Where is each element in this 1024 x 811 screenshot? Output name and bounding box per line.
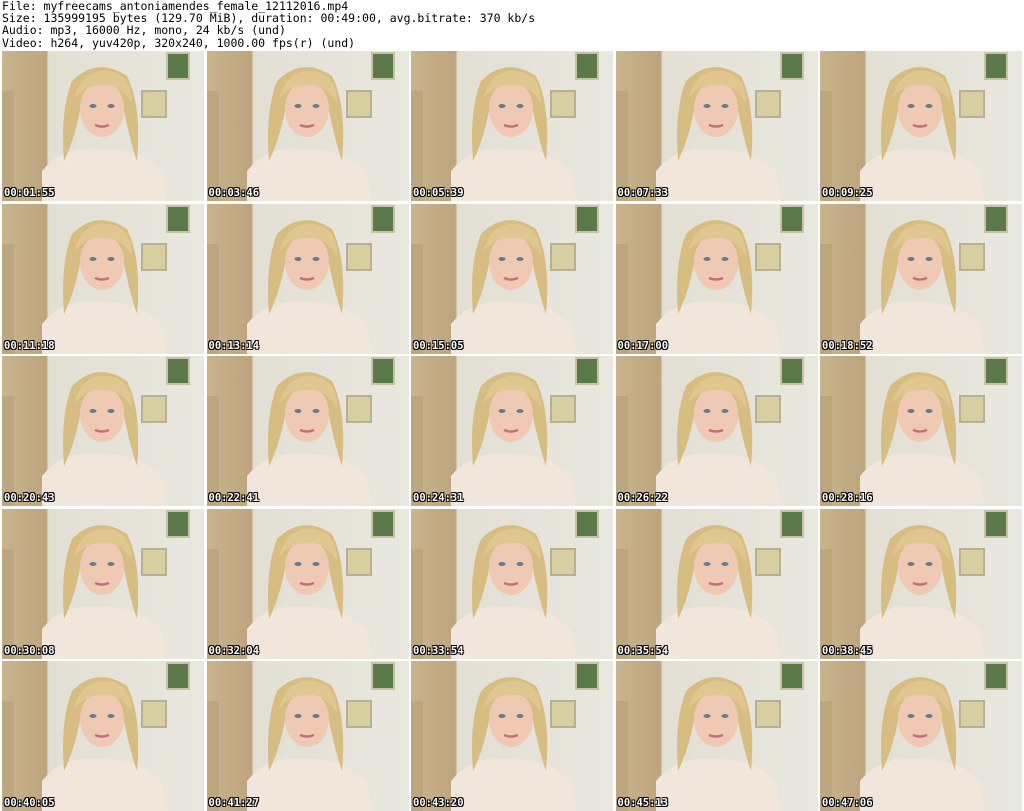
webcam-frame-image [206,357,395,506]
webcam-frame-image [206,509,395,659]
webcam-frame-image [820,52,1008,201]
webcam-frame-image [615,204,804,354]
timestamp-label: 00:45:13 [617,797,669,809]
timestamp-label: 00:22:41 [208,492,260,504]
video-thumbnail[interactable]: 00:30:08 [2,508,204,659]
video-thumbnail[interactable]: 00:47:06 [820,661,1022,811]
timestamp-label: 00:03:46 [208,187,260,199]
webcam-frame-image [2,357,190,506]
webcam-frame-image [615,662,804,811]
video-thumbnail[interactable]: 00:22:41 [206,356,409,506]
video-thumbnail[interactable]: 00:17:00 [615,203,818,354]
timestamp-label: 00:07:33 [617,187,669,199]
video-thumbnail[interactable]: 00:05:39 [411,51,613,201]
webcam-frame-image [206,52,395,201]
video-thumbnail[interactable]: 00:13:14 [206,203,409,354]
video-thumbnail[interactable]: 00:35:54 [615,508,818,659]
video-thumbnail[interactable]: 00:45:13 [615,661,818,811]
video-thumbnail[interactable]: 00:43:20 [411,661,613,811]
timestamp-label: 00:28:16 [822,492,873,504]
video-thumbnail[interactable]: 00:32:04 [206,508,409,659]
webcam-frame-image [615,52,804,201]
webcam-frame-image [411,52,599,201]
webcam-frame-image [615,357,804,506]
video-thumbnail[interactable]: 00:41:27 [206,661,409,811]
video-thumbnail[interactable]: 00:09:25 [820,51,1022,201]
timestamp-label: 00:24:31 [413,492,464,504]
timestamp-label: 00:15:05 [413,339,464,352]
webcam-frame-image [206,204,395,354]
webcam-frame-image [615,509,804,659]
audio-line: Audio: mp3, 16000 Hz, mono, 24 kb/s (und… [2,23,286,38]
thumbnail-grid: 00:01:55 00:03:46 00:05:39 00:07:33 00:0… [2,51,1022,811]
file-info-header: File: myfreecams_antoniamendes_female_12… [2,0,1022,50]
timestamp-label: 00:40:05 [4,797,55,809]
timestamp-label: 00:20:43 [4,492,55,504]
timestamp-label: 00:33:54 [413,644,464,657]
video-thumbnail[interactable]: 00:07:33 [615,51,818,201]
timestamp-label: 00:38:45 [822,644,873,657]
webcam-frame-image [2,52,190,201]
timestamp-label: 00:41:27 [208,797,260,809]
video-thumbnail[interactable]: 00:26:22 [615,356,818,506]
timestamp-label: 00:05:39 [413,187,464,199]
video-thumbnail[interactable]: 00:01:55 [2,51,204,201]
webcam-frame-image [2,662,190,811]
timestamp-label: 00:11:18 [4,339,55,352]
webcam-frame-image [411,509,599,659]
timestamp-label: 00:13:14 [208,339,260,352]
video-line: Video: h264, yuv420p, 320x240, 1000.00 f… [2,35,356,50]
timestamp-label: 00:35:54 [617,644,669,657]
timestamp-label: 00:43:20 [413,797,464,809]
webcam-frame-image [411,357,599,506]
timestamp-label: 00:09:25 [822,187,873,199]
video-thumbnail[interactable]: 00:18:52 [820,203,1022,354]
video-thumbnail[interactable]: 00:28:16 [820,356,1022,506]
webcam-frame-image [206,662,395,811]
timestamp-label: 00:47:06 [822,797,873,809]
video-thumbnail[interactable]: 00:20:43 [2,356,204,506]
webcam-frame-image [820,509,1008,659]
webcam-frame-image [820,204,1008,354]
timestamp-label: 00:32:04 [208,644,260,657]
webcam-frame-image [2,204,190,354]
timestamp-label: 00:26:22 [617,492,669,504]
video-thumbnail[interactable]: 00:03:46 [206,51,409,201]
webcam-frame-image [411,662,599,811]
timestamp-label: 00:30:08 [4,644,55,657]
webcam-frame-image [2,509,190,659]
video-thumbnail[interactable]: 00:38:45 [820,508,1022,659]
webcam-frame-image [411,204,599,354]
webcam-frame-image [820,357,1008,506]
timestamp-label: 00:01:55 [4,187,55,199]
timestamp-label: 00:17:00 [617,339,669,352]
video-thumbnail[interactable]: 00:11:18 [2,203,204,354]
video-thumbnail[interactable]: 00:40:05 [2,661,204,811]
timestamp-label: 00:18:52 [822,339,873,352]
webcam-frame-image [820,662,1008,811]
video-thumbnail[interactable]: 00:15:05 [411,203,613,354]
video-thumbnail[interactable]: 00:24:31 [411,356,613,506]
video-thumbnail[interactable]: 00:33:54 [411,508,613,659]
